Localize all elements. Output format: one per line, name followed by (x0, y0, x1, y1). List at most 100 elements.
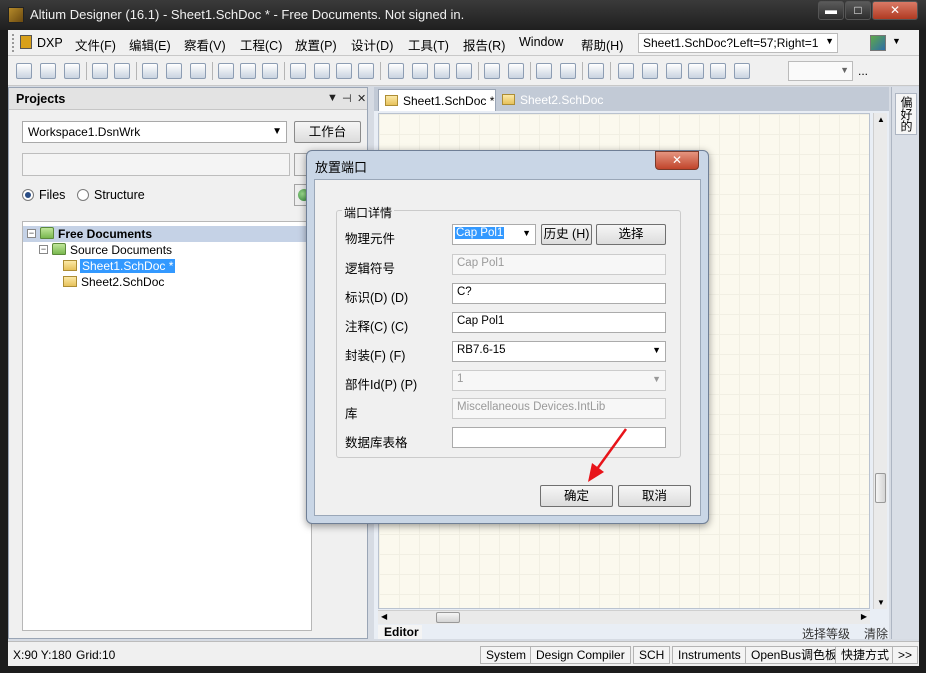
footprint-label: 封装(F) (F) (345, 349, 406, 363)
cut-icon[interactable] (290, 63, 306, 79)
browse-library-icon[interactable] (588, 63, 604, 79)
hierarchy-up-down-icon[interactable] (536, 63, 552, 79)
close-window-button[interactable]: ✕ (872, 1, 918, 20)
history-button[interactable]: 历史 (H) (541, 224, 592, 245)
zoom-area-icon[interactable] (240, 63, 256, 79)
pin-icon[interactable]: ⊣ (342, 92, 352, 105)
footprint-combo[interactable]: RB7.6-15 ▼ (452, 341, 666, 362)
selection-level-filter[interactable]: 选择等级 (802, 625, 850, 642)
tree-item-source-documents[interactable]: − Source Documents (23, 242, 313, 258)
scroll-left-icon[interactable]: ◀ (381, 612, 387, 621)
designator-field[interactable]: C? (452, 283, 666, 304)
physical-component-combo[interactable]: Cap Pol1 ▼ (452, 224, 536, 245)
cancel-button[interactable]: 取消 (618, 485, 691, 507)
menu-help[interactable]: 帮助(H) (581, 35, 623, 54)
status-sch-button[interactable]: SCH (633, 646, 671, 664)
menu-project[interactable]: 工程(C) (240, 35, 282, 54)
menu-dxp[interactable]: DXP (20, 35, 63, 50)
horizontal-scrollbar[interactable]: ◀ ▶ (378, 610, 870, 624)
tab-sheet1[interactable]: Sheet1.SchDoc * (378, 89, 496, 111)
schematic-document-icon (63, 276, 77, 287)
toolbar-combo[interactable]: ▼ (788, 61, 853, 81)
move-icon[interactable] (412, 63, 428, 79)
zoom-selected-icon[interactable] (262, 63, 278, 79)
print-icon[interactable] (92, 63, 108, 79)
project-search-field[interactable] (22, 153, 290, 176)
toolbar-separator (86, 62, 87, 80)
status-shortcuts-button[interactable]: 快捷方式 (835, 646, 896, 664)
status-design-compiler-button[interactable]: Design Compiler (530, 646, 631, 664)
menu-reports[interactable]: 报告(R) (463, 35, 505, 54)
favorites-side-tab[interactable]: 偏好的 (895, 93, 917, 135)
place-bus-entry-icon[interactable] (666, 63, 682, 79)
status-system-button[interactable]: System (480, 646, 533, 664)
panel-menu-icon[interactable]: ▼ (327, 92, 338, 104)
tree-item-sheet2[interactable]: Sheet2.SchDoc (23, 274, 313, 290)
preferences-icon[interactable] (870, 35, 886, 51)
document-folder-icon[interactable] (190, 63, 206, 79)
3d-view-icon[interactable] (142, 63, 158, 79)
place-wire-icon[interactable] (618, 63, 634, 79)
redo-icon[interactable] (508, 63, 524, 79)
tree-item-free-documents[interactable]: − Free Documents (23, 226, 313, 242)
menu-place[interactable]: 放置(P) (295, 35, 337, 54)
status-instruments-button[interactable]: Instruments (672, 646, 747, 664)
collapse-icon[interactable]: − (27, 229, 36, 238)
workspace-button[interactable]: 工作台 (294, 121, 361, 143)
collapse-icon[interactable]: − (39, 245, 48, 254)
pcb-board-icon[interactable] (166, 63, 182, 79)
zoom-fit-icon[interactable] (218, 63, 234, 79)
scroll-up-icon[interactable]: ▲ (877, 115, 885, 124)
paste-icon[interactable] (336, 63, 352, 79)
place-net-label-icon[interactable] (710, 63, 726, 79)
document-path-combo[interactable]: Sheet1.SchDoc?Left=57;Right=1 ▼ (638, 33, 838, 53)
menu-edit[interactable]: 编辑(E) (129, 35, 171, 54)
chevron-down-icon[interactable]: ▼ (892, 36, 901, 46)
menu-file[interactable]: 文件(F) (75, 35, 116, 54)
status-openbus-button[interactable]: OpenBus调色板 (745, 646, 844, 664)
scrollbar-thumb[interactable] (436, 612, 460, 623)
scroll-right-icon[interactable]: ▶ (861, 612, 867, 621)
place-bus-icon[interactable] (642, 63, 658, 79)
vertical-scrollbar[interactable]: ▲ ▼ (873, 113, 887, 609)
clear-filter-link[interactable]: 清除 (864, 625, 888, 642)
comment-field[interactable]: Cap Pol1 (452, 312, 666, 333)
menubar-grip[interactable] (12, 34, 15, 52)
tab-sheet2[interactable]: Sheet2.SchDoc (496, 89, 603, 111)
files-radio[interactable]: Files (22, 188, 65, 202)
workspace-combo[interactable]: Workspace1.DsnWrk ▼ (22, 121, 287, 143)
new-document-icon[interactable] (16, 63, 32, 79)
cross-probe-icon[interactable] (560, 63, 576, 79)
open-folder-icon[interactable] (40, 63, 56, 79)
select-area-icon[interactable] (388, 63, 404, 79)
place-ground-icon[interactable] (734, 63, 750, 79)
menu-tools[interactable]: 工具(T) (408, 35, 449, 54)
dialog-close-button[interactable]: ✕ (655, 151, 699, 170)
tree-item-sheet1[interactable]: Sheet1.SchDoc * (23, 258, 313, 274)
print-preview-icon[interactable] (114, 63, 130, 79)
select-cross-icon[interactable] (434, 63, 450, 79)
minimize-button[interactable]: ▬ (818, 1, 844, 20)
status-more-button[interactable]: >> (892, 646, 919, 664)
structure-radio[interactable]: Structure (77, 188, 145, 202)
menu-design[interactable]: 设计(D) (351, 35, 393, 54)
database-table-field[interactable] (452, 427, 666, 448)
toolbar-overflow[interactable]: ... (858, 64, 868, 78)
clear-filter-icon[interactable] (456, 63, 472, 79)
copy-icon[interactable] (314, 63, 330, 79)
menu-view[interactable]: 察看(V) (184, 35, 226, 54)
ok-button[interactable]: 确定 (540, 485, 613, 507)
save-icon[interactable] (64, 63, 80, 79)
editor-bottom-tab[interactable]: Editor (378, 625, 422, 639)
maximize-button[interactable]: □ (845, 1, 871, 20)
choose-button[interactable]: 选择 (596, 224, 666, 245)
close-icon[interactable]: ✕ (357, 92, 366, 105)
altium-app-icon[interactable] (8, 7, 24, 23)
files-radio-label: Files (39, 188, 66, 202)
undo-icon[interactable] (484, 63, 500, 79)
scroll-down-icon[interactable]: ▼ (877, 598, 885, 607)
menu-window[interactable]: Window (519, 35, 563, 49)
scrollbar-thumb[interactable] (875, 473, 886, 503)
rubber-stamp-icon[interactable] (358, 63, 374, 79)
place-signal-harness-icon[interactable] (688, 63, 704, 79)
